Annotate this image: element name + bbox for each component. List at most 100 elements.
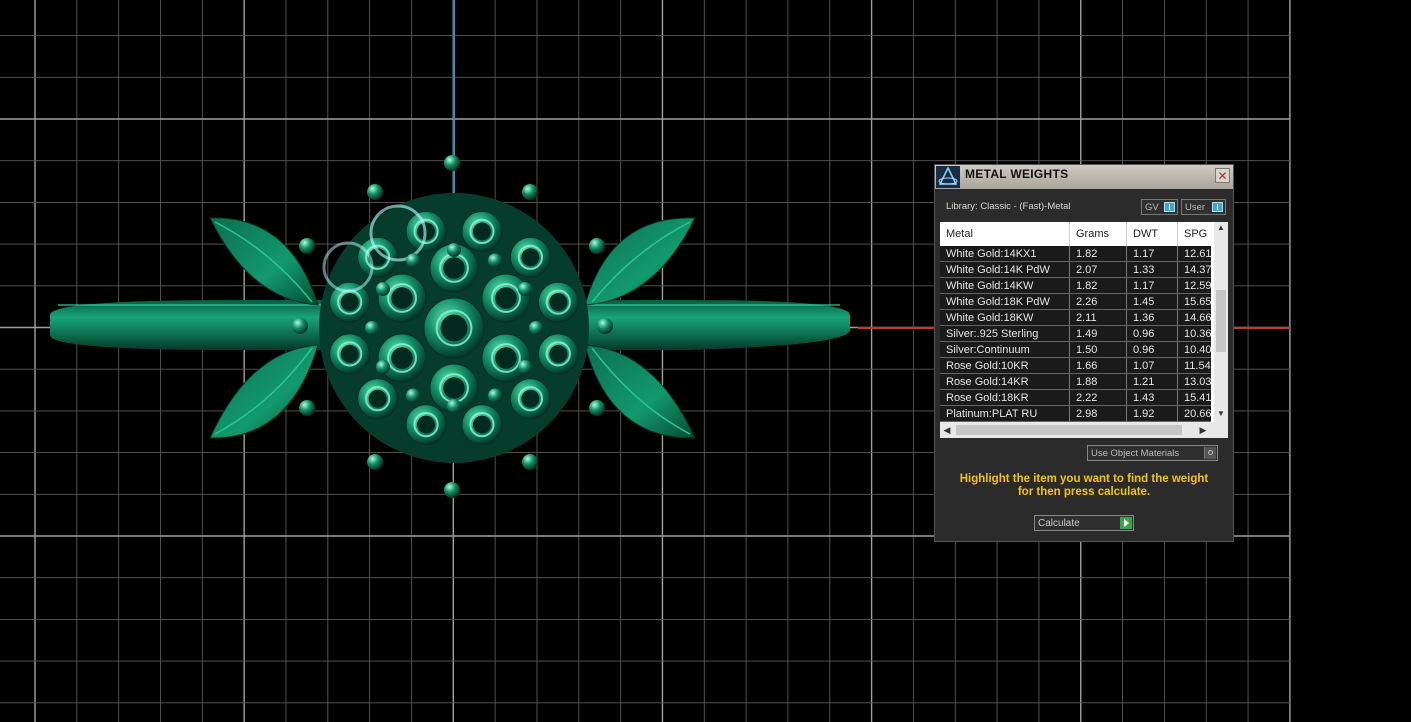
cell-grams: 1.88: [1070, 374, 1127, 390]
bead: [522, 454, 538, 470]
bead: [299, 238, 315, 254]
gem-hole: [472, 415, 491, 434]
panel-titlebar[interactable]: METAL WEIGHTS ✕: [935, 165, 1233, 189]
cell-grams: 1.49: [1070, 326, 1127, 342]
cell-dwt: 1.92: [1127, 406, 1178, 422]
scroll-right-icon[interactable]: ▶: [1196, 422, 1210, 438]
gem-hole: [391, 287, 413, 309]
cell-dwt: 0.96: [1127, 326, 1178, 342]
column-header-grams[interactable]: Grams: [1070, 222, 1127, 246]
table-row[interactable]: White Gold:18KW 2.11 1.36 14.66: [940, 310, 1211, 326]
table-row[interactable]: Silver:.925 Sterling 1.49 0.96 10.36: [940, 326, 1211, 342]
table-row[interactable]: White Gold:14KW 1.82 1.17 12.59: [940, 278, 1211, 294]
table-row[interactable]: Rose Gold:10KR 1.66 1.07 11.54: [940, 358, 1211, 374]
cell-metal: Rose Gold:10KR: [940, 358, 1070, 374]
bead: [365, 321, 379, 335]
gem-hole: [340, 344, 359, 363]
scroll-left-icon[interactable]: ◀: [940, 422, 954, 438]
vertical-scroll-thumb[interactable]: [1216, 290, 1226, 352]
cell-spg: 10.40: [1184, 344, 1211, 356]
column-header-metal[interactable]: Metal: [940, 222, 1070, 246]
use-object-materials-option[interactable]: Use Object Materials: [1087, 445, 1218, 461]
bead: [447, 243, 461, 257]
gem-hole: [443, 257, 465, 279]
bead: [518, 282, 533, 296]
cell-dwt: 1.33: [1127, 262, 1178, 278]
table-row[interactable]: White Gold:14K PdW 2.07 1.33 14.37: [940, 262, 1211, 278]
user-toggle-switch-icon: [1212, 202, 1223, 212]
user-toggle[interactable]: User: [1181, 199, 1226, 215]
table-row[interactable]: Platinum:PLAT RU 2.98 1.92 20.66: [940, 406, 1211, 422]
bead: [488, 388, 502, 403]
bead: [299, 400, 315, 416]
cell-dwt: 0.96: [1127, 342, 1178, 358]
cell-spg: 12.61: [1184, 248, 1211, 260]
cell-metal: White Gold:18KW: [940, 310, 1070, 326]
cell-dwt: 1.45: [1127, 294, 1178, 310]
bead: [529, 321, 543, 335]
bead: [406, 388, 420, 403]
cell-grams: 2.98: [1070, 406, 1127, 422]
gem-hole: [549, 344, 568, 363]
cell-spg: 20.66: [1184, 408, 1211, 420]
gem-hole: [391, 347, 413, 369]
bead: [518, 360, 533, 374]
horizontal-scrollbar[interactable]: ◀ ▶: [940, 422, 1228, 438]
bead: [292, 318, 308, 334]
bead: [375, 360, 390, 374]
leaf: [209, 217, 319, 306]
cell-grams: 1.82: [1070, 246, 1127, 262]
horizontal-scroll-thumb[interactable]: [956, 425, 1182, 435]
metal-weights-panel: METAL WEIGHTS ✕ Library: Classic - (Fast…: [934, 164, 1234, 542]
instruction-text: Highlight the item you want to find the …: [959, 473, 1209, 498]
bead: [589, 400, 605, 416]
cell-spg: 12.59: [1184, 280, 1211, 292]
bead: [444, 482, 460, 498]
gem-hole: [417, 415, 436, 434]
close-button[interactable]: ✕: [1215, 168, 1230, 183]
radio-icon[interactable]: [1204, 447, 1216, 459]
cell-spg: 14.66: [1184, 312, 1211, 324]
gem-hole: [495, 347, 517, 369]
cell-grams: 2.26: [1070, 294, 1127, 310]
table-row[interactable]: White Gold:14KX1 1.82 1.17 12.61: [940, 246, 1211, 262]
gem-hole: [521, 389, 540, 408]
cell-grams: 2.22: [1070, 390, 1127, 406]
cell-spg: 13.03: [1184, 376, 1211, 388]
bead: [406, 253, 420, 268]
scroll-up-icon[interactable]: ▲: [1214, 222, 1228, 234]
table-row[interactable]: Silver:Continuum 1.50 0.96 10.40: [940, 342, 1211, 358]
cell-grams: 2.11: [1070, 310, 1127, 326]
column-header-dwt[interactable]: DWT: [1127, 222, 1178, 246]
gem-hole: [440, 314, 468, 342]
calculate-label: Calculate: [1038, 518, 1080, 529]
user-toggle-label: User: [1185, 202, 1206, 213]
metal-table: Metal Grams DWT SPG White Gold:14KX1 1.82…: [940, 222, 1228, 438]
leaf: [209, 344, 319, 439]
vertical-scrollbar[interactable]: ▲ ▼: [1214, 222, 1228, 422]
gem-hole: [472, 222, 491, 241]
cell-metal: White Gold:14KX1: [940, 246, 1070, 262]
scroll-down-icon[interactable]: ▼: [1214, 408, 1228, 420]
table-row[interactable]: Rose Gold:18KR 2.22 1.43 15.41: [940, 390, 1211, 406]
cell-grams: 1.82: [1070, 278, 1127, 294]
column-header-spg[interactable]: SPG: [1178, 222, 1214, 246]
bead: [589, 238, 605, 254]
cell-dwt: 1.36: [1127, 310, 1178, 326]
table-row[interactable]: Rose Gold:14KR 1.88 1.21 13.03: [940, 374, 1211, 390]
cell-metal: White Gold:18K PdW: [940, 294, 1070, 310]
table-row[interactable]: White Gold:18K PdW 2.26 1.45 15.65: [940, 294, 1211, 310]
cell-spg: 14.37: [1184, 264, 1211, 276]
bead: [375, 282, 390, 296]
cell-dwt: 1.17: [1127, 246, 1178, 262]
gem-hole: [495, 287, 517, 309]
table-header: Metal Grams DWT SPG: [940, 222, 1214, 246]
library-label: Library: Classic - (Fast)-Metal: [946, 201, 1071, 212]
cell-metal: White Gold:14KW: [940, 278, 1070, 294]
cell-metal: Silver:Continuum: [940, 342, 1070, 358]
gv-toggle[interactable]: GV: [1141, 199, 1178, 215]
play-arrow-icon: [1120, 517, 1132, 529]
gem-hole: [368, 389, 387, 408]
calculate-button[interactable]: Calculate: [1034, 515, 1134, 531]
use-object-materials-label: Use Object Materials: [1091, 448, 1180, 459]
